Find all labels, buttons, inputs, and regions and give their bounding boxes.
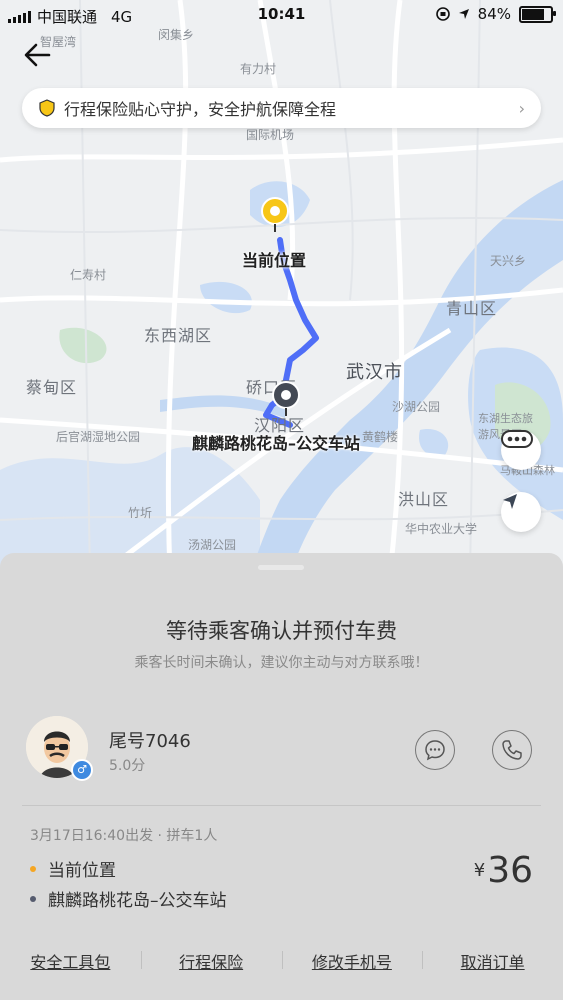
destination-dot-icon	[30, 895, 36, 902]
destination-text: 麒麟路桃花岛–公交车站	[48, 891, 227, 911]
map-view[interactable]: 智屋湾 闵集乡 有力村 国际机场 仁寿村 东西湖区 蔡甸区 硚口区 汉阳区 武汉…	[0, 0, 563, 575]
change-phone-link[interactable]: 修改手机号	[281, 949, 423, 973]
cancel-order-link[interactable]: 取消订单	[422, 949, 563, 973]
orientation-lock-icon	[435, 7, 450, 21]
map-label: 国际机场	[246, 128, 295, 142]
trip-destination: 麒麟路桃花岛–公交车站	[30, 886, 227, 911]
trip-meta: 3月17日16:40出发 · 拼车1人	[30, 828, 218, 844]
more-dots-icon	[501, 430, 533, 448]
gender-badge: ♂	[71, 759, 93, 781]
status-bar: 中国联通 4G 10:41 84%	[0, 0, 563, 30]
map-label: 华中农业大学	[405, 522, 478, 536]
phone-icon	[502, 740, 522, 760]
back-button[interactable]	[22, 42, 58, 74]
map-label: 后官湖湿地公园	[56, 430, 141, 444]
bottom-sheet: 等待乘客确认并预付车费 乘客长时间未确认，建议你主动与对方联系哦！ ♂ 尾号70…	[0, 553, 563, 1000]
map-label: 有力村	[240, 62, 277, 76]
map-label: 武汉市	[346, 362, 403, 383]
passenger-rating: 5.0分	[109, 758, 146, 774]
map-label: 黄鹤楼	[362, 430, 399, 444]
battery-icon	[519, 5, 556, 23]
shield-bell-icon	[39, 99, 55, 117]
trip-origin: 当前位置	[30, 856, 116, 881]
locate-button[interactable]	[501, 492, 541, 532]
map-label: 仁寿村	[70, 268, 107, 282]
message-button[interactable]	[415, 730, 455, 770]
map-label: 青山区	[446, 299, 498, 318]
map-label: 东西湖区	[144, 326, 213, 345]
currency-symbol: ¥	[473, 860, 486, 881]
chat-icon	[425, 740, 445, 761]
trip-insurance-link[interactable]: 行程保险	[140, 949, 282, 973]
sheet-handle[interactable]	[258, 565, 304, 570]
map-label: 沙湖公园	[392, 400, 441, 414]
banner-text: 行程保险贴心守护，安全护航保障全程	[64, 100, 337, 119]
map-label: 汤湖公园	[188, 538, 237, 552]
map-label: 竹圻	[128, 506, 153, 520]
passenger-name: 尾号7046	[109, 731, 191, 752]
insurance-banner[interactable]: 行程保险贴心守护，安全护航保障全程 ›	[22, 88, 541, 128]
origin-dot-icon	[30, 865, 36, 872]
sheet-title: 等待乘客确认并预付车费	[166, 619, 397, 643]
more-options-button[interactable]	[501, 430, 541, 470]
safety-toolkit-link[interactable]: 安全工具包	[0, 949, 141, 973]
start-pin-label: 当前位置	[242, 251, 307, 270]
sheet-subtitle: 乘客长时间未确认，建议你主动与对方联系哦！	[134, 655, 429, 671]
back-arrow-icon	[24, 43, 51, 67]
map-canvas	[0, 0, 563, 575]
map-label: 蔡甸区	[26, 378, 78, 397]
trip-price: ¥36	[474, 850, 533, 891]
origin-text: 当前位置	[48, 861, 116, 881]
action-footer: 安全工具包 行程保险 修改手机号 取消订单	[0, 949, 563, 973]
divider	[22, 805, 541, 806]
map-label: 洪山区	[398, 490, 450, 509]
map-label: 天兴乡	[490, 254, 527, 268]
chevron-right-icon: ›	[518, 98, 525, 118]
price-amount: 36	[487, 850, 533, 891]
battery-percent: 84%	[477, 5, 511, 23]
call-button[interactable]	[492, 730, 532, 770]
location-arrow-icon	[458, 9, 469, 19]
navigation-arrow-icon	[503, 494, 517, 509]
end-pin-label: 麒麟路桃花岛–公交车站	[192, 434, 361, 453]
